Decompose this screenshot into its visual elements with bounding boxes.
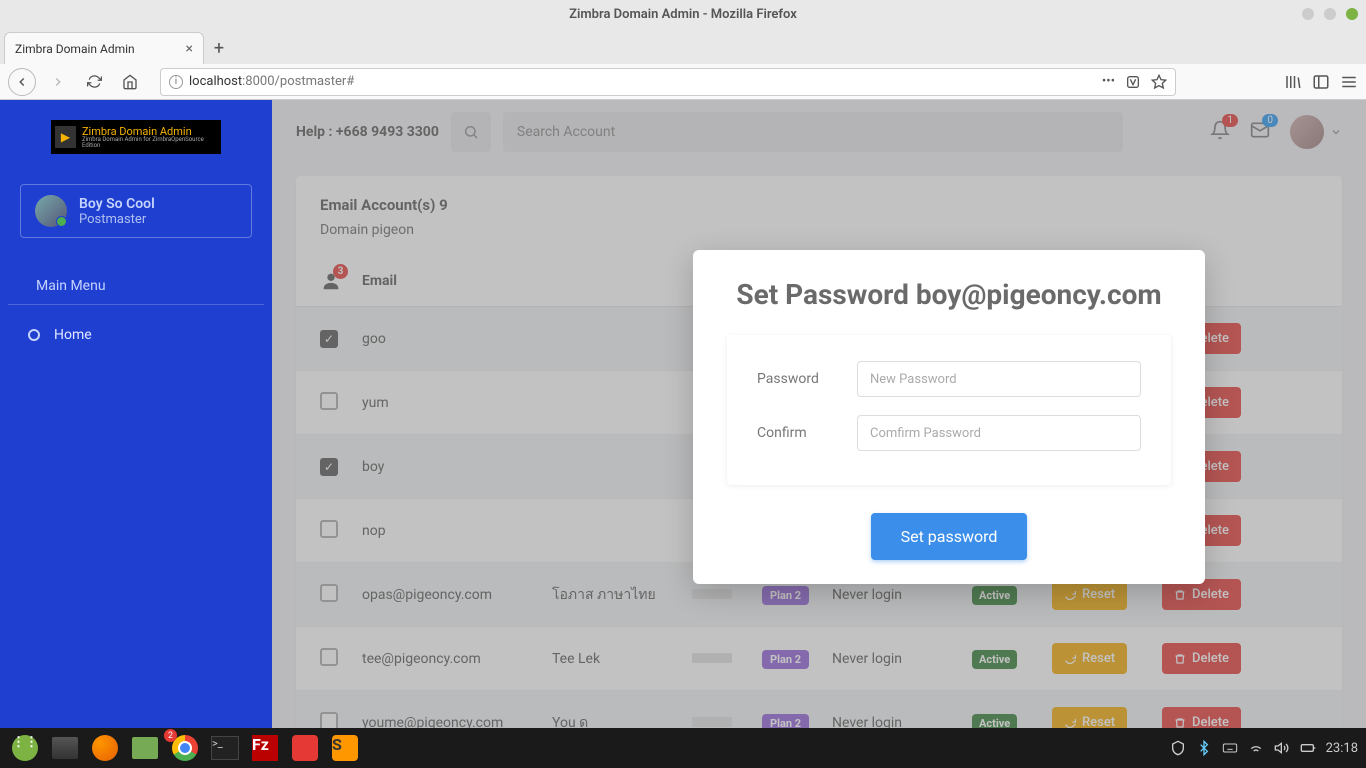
library-icon[interactable]	[1284, 73, 1302, 91]
reload-button[interactable]	[80, 68, 108, 96]
firefox-taskbar-icon[interactable]	[88, 733, 122, 763]
sidebar-item-home[interactable]: Home	[0, 315, 272, 355]
app-taskbar-icon[interactable]	[288, 733, 322, 763]
window-minimize-button[interactable]	[1302, 8, 1314, 20]
set-password-modal: Set Password boy@pigeoncy.com Password C…	[693, 250, 1205, 584]
keyboard-icon[interactable]	[1222, 740, 1238, 756]
logo-title: Zimbra Domain Admin	[82, 126, 217, 137]
page-actions-icon[interactable]: •••	[1102, 74, 1115, 90]
window-maximize-button[interactable]	[1324, 8, 1336, 20]
chrome-badge: 2	[164, 729, 177, 742]
sidebar-item-label: Home	[54, 327, 92, 343]
circle-icon	[28, 329, 40, 341]
browser-toolbar: i localhost:8000/postmaster# •••	[0, 64, 1366, 100]
bluetooth-icon[interactable]	[1196, 740, 1212, 756]
sidebar-toggle-icon[interactable]	[1312, 73, 1330, 91]
clock[interactable]: 23:18	[1326, 741, 1358, 756]
site-info-icon[interactable]: i	[169, 75, 183, 89]
user-name: Boy So Cool	[79, 196, 155, 212]
main-content: Help : +668 9493 3300 1 0	[272, 100, 1366, 728]
terminal-taskbar-icon[interactable]: >_	[208, 733, 242, 763]
confirm-input[interactable]	[857, 415, 1141, 451]
show-desktop-button[interactable]	[48, 733, 82, 763]
password-label: Password	[757, 371, 857, 387]
confirm-label: Confirm	[757, 425, 857, 441]
sublime-taskbar-icon[interactable]: S	[328, 733, 362, 763]
sidebar: ▶ Zimbra Domain Admin Zimbra Domain Admi…	[0, 100, 272, 728]
app-logo[interactable]: ▶ Zimbra Domain Admin Zimbra Domain Admi…	[51, 120, 221, 154]
browser-tab-strip: Zimbra Domain Admin × +	[0, 28, 1366, 64]
volume-icon[interactable]	[1274, 740, 1290, 756]
taskbar: ⋮⋮ 2 >_ Fz S 23:18	[0, 728, 1366, 768]
logo-icon: ▶	[55, 126, 76, 148]
reader-icon[interactable]	[1125, 74, 1141, 90]
window-close-button[interactable]	[1346, 8, 1358, 20]
url-path: :8000/postmaster#	[242, 74, 354, 89]
menu-icon[interactable]	[1340, 73, 1358, 91]
bookmark-icon[interactable]	[1151, 74, 1167, 90]
home-button[interactable]	[116, 68, 144, 96]
logo-subtitle: Zimbra Domain Admin for ZimbraOpenSource…	[82, 137, 217, 149]
user-avatar	[35, 195, 67, 227]
window-title: Zimbra Domain Admin - Mozilla Firefox	[569, 7, 797, 22]
tab-title: Zimbra Domain Admin	[15, 42, 135, 56]
filezilla-taskbar-icon[interactable]: Fz	[248, 733, 282, 763]
url-bar[interactable]: i localhost:8000/postmaster# •••	[160, 68, 1176, 96]
files-taskbar-icon[interactable]	[128, 733, 162, 763]
browser-tab[interactable]: Zimbra Domain Admin ×	[4, 32, 204, 64]
modal-title: Set Password boy@pigeoncy.com	[693, 278, 1205, 311]
url-host: localhost	[189, 74, 242, 89]
forward-button[interactable]	[44, 68, 72, 96]
set-password-button[interactable]: Set password	[871, 513, 1028, 560]
menu-header: Main Menu	[8, 268, 264, 305]
wifi-icon[interactable]	[1248, 740, 1264, 756]
password-input[interactable]	[857, 361, 1141, 397]
new-tab-button[interactable]: +	[204, 32, 234, 64]
start-menu-button[interactable]: ⋮⋮	[8, 733, 42, 763]
chrome-taskbar-icon[interactable]: 2	[168, 733, 202, 763]
shield-icon[interactable]	[1170, 740, 1186, 756]
tab-close-icon[interactable]: ×	[186, 41, 193, 57]
system-tray: 23:18	[1170, 740, 1358, 756]
user-card[interactable]: Boy So Cool Postmaster	[20, 184, 252, 238]
user-role: Postmaster	[79, 212, 155, 227]
back-button[interactable]	[8, 68, 36, 96]
battery-icon[interactable]	[1300, 740, 1316, 756]
window-titlebar: Zimbra Domain Admin - Mozilla Firefox	[0, 0, 1366, 28]
